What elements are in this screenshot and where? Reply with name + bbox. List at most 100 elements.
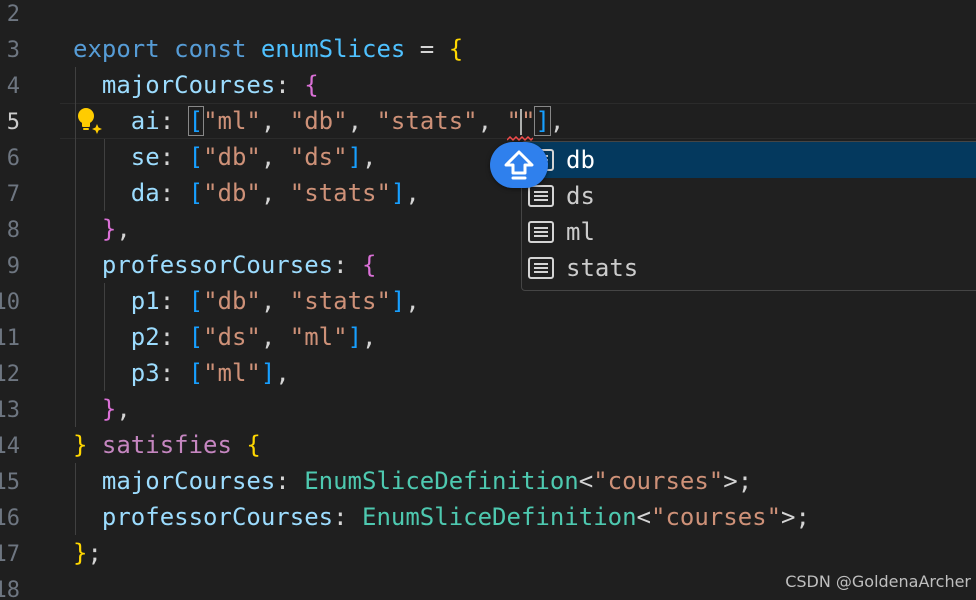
punctuation: >	[781, 503, 796, 531]
suggestion-item[interactable]: db	[522, 142, 976, 178]
line-number: 13	[0, 398, 20, 423]
code-line-12[interactable]: p3: ["ml"],	[73, 355, 290, 391]
suggestion-label: ml	[566, 218, 595, 246]
watermark: CSDN @GoldenaArcher	[785, 572, 971, 591]
code-line-10[interactable]: p1: ["db", "stats"],	[73, 283, 420, 319]
line-number: 10	[0, 290, 20, 315]
string-literal: "db"	[203, 143, 261, 171]
punctuation: :	[333, 503, 362, 531]
string-literal: "db"	[203, 179, 261, 207]
suggestion-item[interactable]: ml	[522, 214, 976, 250]
line-number: 9	[6, 254, 20, 279]
line-number: 6	[6, 146, 20, 171]
suggestion-label: ds	[566, 182, 595, 210]
punctuation: ,	[275, 359, 290, 387]
bracket: [	[188, 323, 204, 351]
string-literal: "ml"	[203, 107, 261, 135]
shift-up-arrow-icon	[504, 150, 534, 180]
property-key: professorCourses	[101, 503, 334, 531]
keyword: satisfies	[101, 431, 232, 459]
punctuation: ,	[362, 143, 377, 171]
bracket: {	[246, 431, 261, 459]
bracket: {	[304, 71, 319, 99]
punctuation: ,	[260, 107, 290, 135]
string-literal: "stats"	[289, 179, 391, 207]
punctuation: ,	[347, 107, 377, 135]
string-literal: "ml"	[289, 323, 348, 351]
code-line-5[interactable]: ai: ["ml", "db", "stats", ""],	[73, 103, 564, 139]
bracket: [	[188, 287, 204, 315]
property-key: majorCourses	[101, 71, 276, 99]
bracket: ]	[347, 323, 363, 351]
string-literal: "db"	[203, 287, 261, 315]
code-line-7[interactable]: da: ["db", "stats"],	[73, 175, 420, 211]
code-editor[interactable]: 2 3 4 5 6 7 8 9 10 11 12 13 14 15 16 17 …	[0, 0, 976, 600]
line-number: 2	[6, 2, 20, 27]
bracket: ]	[390, 287, 406, 315]
code-line-8[interactable]: },	[73, 211, 131, 247]
punctuation: ,	[260, 179, 290, 207]
bracket: [	[188, 359, 204, 387]
suggestion-widget[interactable]: db ds ml stats	[521, 141, 976, 291]
bracket: }	[101, 215, 117, 243]
string-quote: "	[520, 107, 536, 135]
suggestion-item[interactable]: stats	[522, 250, 976, 286]
code-line-6[interactable]: se: ["db", "ds"],	[73, 139, 377, 175]
lightbulb-sparkle-icon[interactable]	[74, 106, 104, 136]
floating-action-button[interactable]	[490, 142, 548, 188]
line-number: 4	[6, 74, 20, 99]
type-name: EnumSliceDefinition	[362, 503, 637, 531]
keyword: export	[73, 35, 160, 63]
suggestion-item[interactable]: ds	[522, 178, 976, 214]
property-key: ai	[130, 107, 160, 135]
line-number-active: 5	[6, 110, 20, 135]
punctuation: ,	[260, 143, 290, 171]
punctuation: :	[159, 143, 189, 171]
punctuation: ,	[116, 215, 131, 243]
code-line-17[interactable]: };	[73, 535, 102, 571]
bracket: }	[73, 431, 88, 459]
enum-member-icon	[528, 185, 554, 207]
line-number: 17	[0, 542, 20, 567]
property-key: p1	[130, 287, 160, 315]
code-line-9[interactable]: professorCourses: {	[73, 247, 377, 283]
line-number: 3	[6, 38, 20, 63]
bracket-match: [	[187, 106, 205, 136]
punctuation: :	[159, 107, 189, 135]
punctuation: ,	[549, 107, 565, 135]
punctuation: >	[723, 467, 738, 495]
punctuation: :	[159, 359, 189, 387]
punctuation: :	[159, 323, 189, 351]
line-number: 11	[0, 326, 20, 351]
bracket: {	[362, 251, 377, 279]
type-name: EnumSliceDefinition	[304, 467, 579, 495]
punctuation: ,	[260, 323, 290, 351]
code-line-4[interactable]: majorCourses: {	[73, 67, 319, 103]
string-quote: "	[506, 107, 521, 135]
punctuation: ;	[795, 503, 810, 531]
bracket: [	[188, 179, 204, 207]
property-key: majorCourses	[101, 467, 276, 495]
line-number: 14	[0, 434, 20, 459]
code-line-11[interactable]: p2: ["ds", "ml"],	[73, 319, 377, 355]
suggestion-label: db	[566, 146, 595, 174]
string-literal: "db"	[289, 107, 348, 135]
bracket: ]	[347, 143, 363, 171]
punctuation: :	[333, 251, 362, 279]
code-line-3[interactable]: export const enumSlices = {	[73, 31, 463, 67]
code-line-14[interactable]: } satisfies {	[73, 427, 261, 463]
line-number: 7	[6, 182, 20, 207]
punctuation: ,	[477, 107, 507, 135]
punctuation: :	[159, 287, 189, 315]
string-literal: "stats"	[289, 287, 391, 315]
code-line-16[interactable]: professorCourses: EnumSliceDefinition<"c…	[73, 499, 810, 535]
property-key: professorCourses	[101, 251, 334, 279]
punctuation: ;	[87, 539, 102, 567]
string-literal: "courses"	[593, 467, 724, 495]
punctuation: ,	[116, 395, 131, 423]
enum-member-icon	[528, 221, 554, 243]
code-line-15[interactable]: majorCourses: EnumSliceDefinition<"cours…	[73, 463, 752, 499]
code-line-13[interactable]: },	[73, 391, 131, 427]
punctuation: :	[275, 71, 305, 99]
bracket: {	[448, 35, 464, 63]
